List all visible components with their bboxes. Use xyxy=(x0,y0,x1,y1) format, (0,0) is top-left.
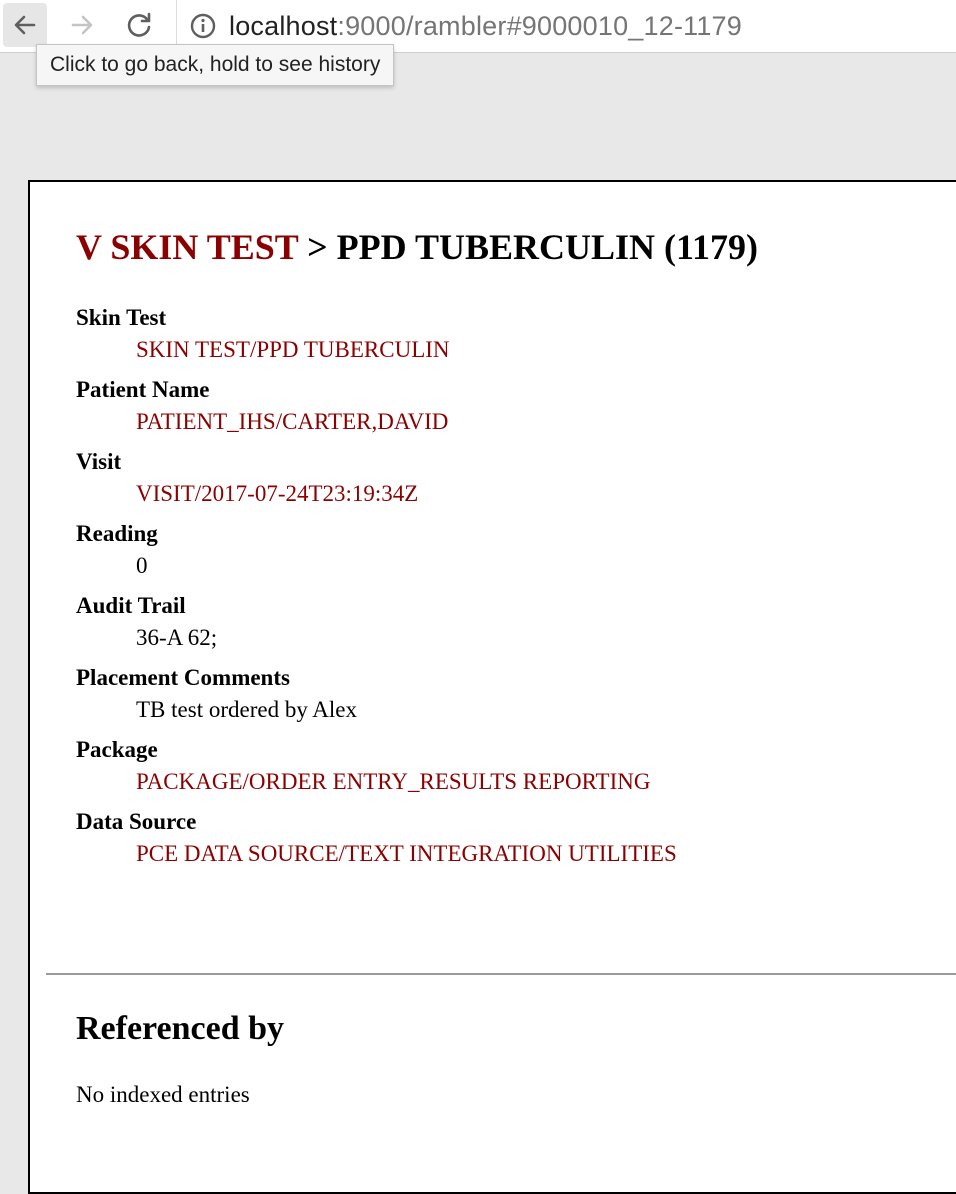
arrow-left-icon xyxy=(14,15,36,35)
field-label: Data Source xyxy=(76,809,197,834)
field-value-link[interactable]: PATIENT_IHS/CARTER,DAVID xyxy=(76,406,936,438)
back-button[interactable] xyxy=(3,3,47,47)
forward-button[interactable] xyxy=(60,3,104,47)
field-list: Skin Test SKIN TEST/PPD TUBERCULIN Patie… xyxy=(76,302,936,878)
arrow-right-icon xyxy=(71,15,93,35)
field-value: 0 xyxy=(136,553,148,578)
field-skin-test: Skin Test SKIN TEST/PPD TUBERCULIN xyxy=(76,302,936,374)
field-data-source: Data Source PCE DATA SOURCE/TEXT INTEGRA… xyxy=(76,806,936,878)
field-value: 36-A 62; xyxy=(136,625,218,650)
field-patient-name: Patient Name PATIENT_IHS/CARTER,DAVID xyxy=(76,374,936,446)
page-content: V SKIN TEST > PPD TUBERCULIN (1179) Skin… xyxy=(28,180,956,1194)
field-value-link[interactable]: PACKAGE/ORDER ENTRY_RESULTS REPORTING xyxy=(76,766,936,798)
field-value: TB test ordered by Alex xyxy=(136,697,358,722)
file-link[interactable]: V SKIN TEST xyxy=(76,227,298,267)
field-label: Reading xyxy=(76,521,158,546)
reload-button[interactable] xyxy=(117,3,161,47)
field-value-link[interactable]: VISIT/2017-07-24T23:19:34Z xyxy=(76,478,936,510)
url-text[interactable]: localhost:9000/rambler#9000010_12-1179 xyxy=(229,11,742,42)
field-audit-trail: Audit Trail 36-A 62; xyxy=(76,590,936,662)
back-tooltip: Click to go back, hold to see history xyxy=(36,44,395,86)
field-value-link[interactable]: PCE DATA SOURCE/TEXT INTEGRATION UTILITI… xyxy=(76,838,936,870)
url-host: localhost xyxy=(229,10,338,41)
field-package: Package PACKAGE/ORDER ENTRY_RESULTS REPO… xyxy=(76,734,936,806)
record-name: > PPD TUBERCULIN (1179) xyxy=(298,227,759,267)
referenced-by-heading: Referenced by xyxy=(76,1010,285,1047)
section-divider xyxy=(46,973,956,975)
field-placement-comments: Placement Comments TB test ordered by Al… xyxy=(76,662,936,734)
field-label: Package xyxy=(76,737,158,762)
field-label: Patient Name xyxy=(76,377,210,402)
info-icon[interactable] xyxy=(189,12,217,40)
field-label: Audit Trail xyxy=(76,593,186,618)
field-label: Placement Comments xyxy=(76,665,290,690)
field-value-link[interactable]: SKIN TEST/PPD TUBERCULIN xyxy=(76,334,936,366)
page-title: V SKIN TEST > PPD TUBERCULIN (1179) xyxy=(76,226,758,268)
referenced-by-empty: No indexed entries xyxy=(76,1082,250,1107)
field-label: Visit xyxy=(76,449,122,474)
field-visit: Visit VISIT/2017-07-24T23:19:34Z xyxy=(76,446,936,518)
reload-icon xyxy=(127,12,151,37)
field-label: Skin Test xyxy=(76,305,167,330)
url-path: :9000/rambler#9000010_12-1179 xyxy=(337,10,742,41)
field-reading: Reading 0 xyxy=(76,518,936,590)
